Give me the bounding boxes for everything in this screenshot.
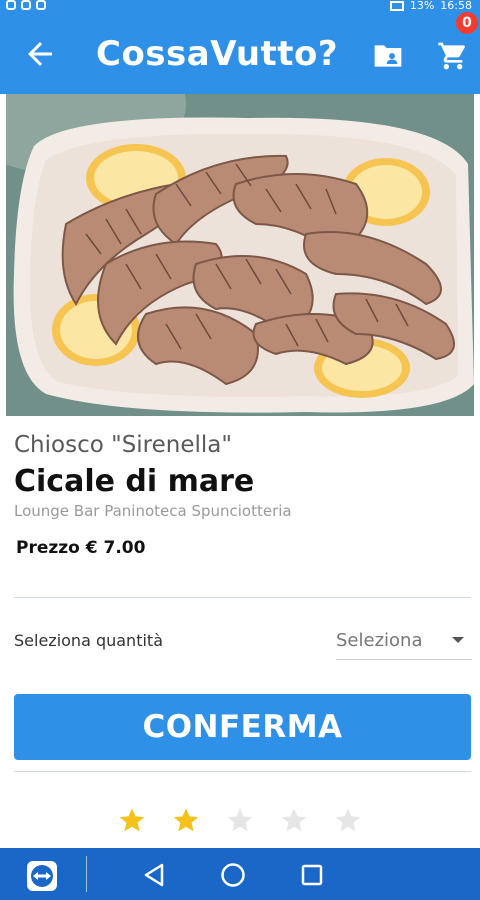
back-arrow-icon[interactable] xyxy=(22,36,58,72)
status-icons xyxy=(6,0,46,10)
divider xyxy=(14,597,471,598)
divider xyxy=(14,771,471,772)
cart-count-badge: 0 xyxy=(456,12,478,34)
product-price: Prezzo € 7.00 xyxy=(16,538,146,558)
nav-home-icon[interactable] xyxy=(220,862,246,888)
star-filled-icon[interactable] xyxy=(172,806,200,834)
android-nav-bar xyxy=(0,848,480,900)
star-filled-icon[interactable] xyxy=(118,806,146,834)
folder-user-icon[interactable] xyxy=(372,42,404,70)
quantity-label: Seleziona quantità xyxy=(14,631,163,650)
star-empty-icon[interactable] xyxy=(226,806,254,834)
product-name: Cicale di mare xyxy=(14,464,255,499)
dropdown-arrow-icon xyxy=(452,637,464,643)
status-right: 13% 16:58 xyxy=(389,0,472,12)
cart-icon[interactable] xyxy=(436,40,470,72)
app-title: CossaVutto? xyxy=(96,34,339,74)
rating-stars[interactable] xyxy=(118,806,362,834)
star-empty-icon[interactable] xyxy=(334,806,362,834)
nav-recent-apps-icon[interactable] xyxy=(300,863,324,887)
time-text: 16:58 xyxy=(440,0,472,12)
kiosk-category: Lounge Bar Paninoteca Spunciotteria xyxy=(14,502,292,520)
quantity-dropdown[interactable]: Seleziona xyxy=(336,624,472,660)
quantity-dropdown-value: Seleziona xyxy=(336,630,423,651)
teamviewer-icon[interactable] xyxy=(26,860,58,892)
battery-text: 13% xyxy=(409,0,435,12)
app-bar: CossaVutto? xyxy=(0,14,480,94)
star-empty-icon[interactable] xyxy=(280,806,308,834)
status-bar: 13% 16:58 xyxy=(0,0,480,14)
confirm-button[interactable]: CONFERMA xyxy=(14,694,471,760)
mantis-shrimp-plate-image xyxy=(6,94,474,416)
notification-icon xyxy=(21,0,31,10)
nav-separator xyxy=(86,856,87,892)
signal-icon xyxy=(389,1,404,11)
nav-back-icon[interactable] xyxy=(142,862,166,888)
product-detail-screen: 13% 16:58 CossaVutto? 0 Chiosco "Sirenel… xyxy=(0,0,480,900)
notification-icon xyxy=(6,0,16,10)
product-image xyxy=(6,94,474,416)
kiosk-name: Chiosco "Sirenella" xyxy=(14,432,232,458)
notification-icon xyxy=(36,0,46,10)
